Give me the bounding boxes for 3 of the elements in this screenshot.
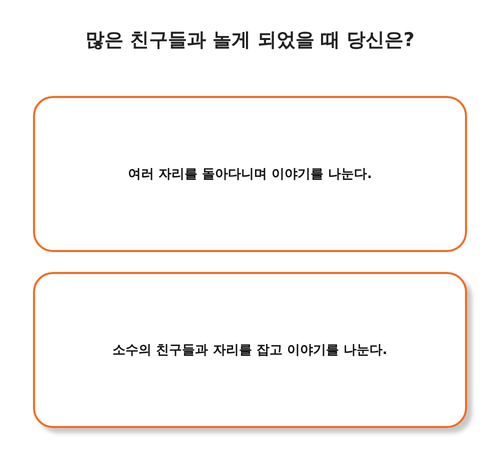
answer-option[interactable]: 여러 자리를 돌아다니며 이야기를 나눈다. <box>33 96 467 252</box>
question-title: 많은 친구들과 놀게 되었을 때 당신은? <box>85 28 415 53</box>
answer-option[interactable]: 소수의 친구들과 자리를 잡고 이야기를 나눈다. <box>33 272 467 428</box>
